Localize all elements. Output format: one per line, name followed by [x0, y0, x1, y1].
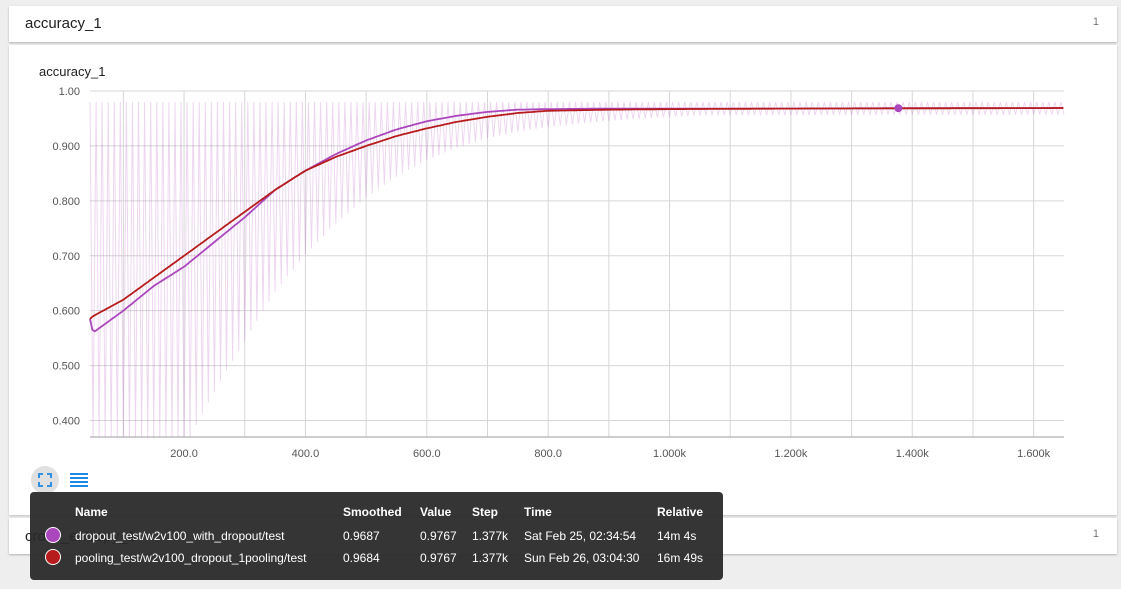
series-tooltip: Name Smoothed Value Step Time Relative d… — [30, 492, 723, 580]
col-name: Name — [75, 505, 108, 519]
accuracy-card-header[interactable]: accuracy_1 1 — [9, 6, 1117, 42]
col-time: Time — [524, 505, 552, 519]
series-color-dot — [45, 527, 61, 543]
card-count: 1 — [1092, 16, 1099, 28]
x-tick-label: 1.400k — [896, 448, 930, 460]
col-relative: Relative — [657, 505, 704, 519]
row-value: 0.9767 — [420, 529, 457, 543]
col-smoothed: Smoothed — [343, 505, 402, 519]
chart-card: accuracy_1 0.400 0.500 0.600 0.700 0.800 0.90… — [9, 45, 1117, 515]
row-time: Sun Feb 26, 03:04:30 — [524, 551, 640, 565]
y-tick-label: 0.500 — [52, 361, 80, 373]
y-tick-label: 0.700 — [52, 251, 80, 263]
expand-icon — [38, 473, 52, 487]
row-time: Sat Feb 25, 02:34:54 — [524, 529, 637, 543]
x-tick-label: 600.0 — [413, 448, 441, 460]
y-tick-label: 0.600 — [52, 306, 80, 318]
row-smoothed: 0.9687 — [343, 529, 380, 543]
y-tick-label: 0.800 — [52, 196, 80, 208]
card-count: 1 — [1092, 528, 1099, 540]
x-tick-label: 1.200k — [774, 448, 808, 460]
y-tick-label: 0.900 — [52, 141, 80, 153]
row-smoothed: 0.9684 — [343, 551, 380, 565]
row-name: dropout_test/w2v100_with_dropout/test — [75, 529, 285, 543]
row-step: 1.377k — [472, 551, 509, 565]
series-color-dot — [45, 549, 61, 565]
row-step: 1.377k — [472, 529, 509, 543]
y-tick-label: 0.400 — [52, 416, 80, 428]
x-tick-label: 400.0 — [292, 448, 320, 460]
x-tick-label: 200.0 — [170, 448, 198, 460]
legend-toggle-button[interactable] — [65, 466, 93, 494]
highlight-point — [894, 104, 903, 113]
row-value: 0.9767 — [420, 551, 457, 565]
raw-series-line — [89, 101, 1065, 438]
accuracy-chart[interactable]: 0.400 0.500 0.600 0.700 0.800 0.900 1.00 200.0 4… — [9, 45, 1117, 515]
col-step: Step — [472, 505, 499, 519]
x-tick-label: 800.0 — [534, 448, 562, 460]
row-name: pooling_test/w2v100_dropout_1pooling/tes… — [75, 551, 307, 565]
col-value: Value — [420, 505, 452, 519]
expand-button[interactable] — [31, 466, 59, 494]
legend-list-icon — [70, 473, 88, 487]
x-tick-label: 1.000k — [653, 448, 687, 460]
x-tick-label: 1.600k — [1017, 448, 1051, 460]
y-tick-label: 1.00 — [59, 86, 80, 98]
row-relative: 16m 49s — [657, 551, 704, 565]
card-title: accuracy_1 — [25, 15, 102, 32]
row-relative: 14m 4s — [657, 529, 697, 543]
